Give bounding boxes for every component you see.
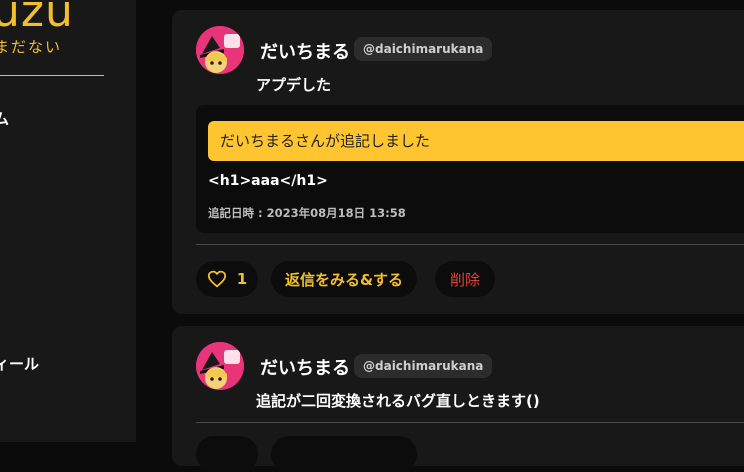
reply-button[interactable]: 返信をみる&する: [271, 261, 417, 297]
addendum-box: だいちまるさんが追記しました <h1>aaa</h1> 追記日時 : 2023年…: [196, 105, 744, 233]
post-card: だいちまる @daichimarukana アプデした だいちまるさんが追記しま…: [172, 10, 744, 314]
addendum-banner: だいちまるさんが追記しました: [208, 121, 744, 161]
sidebar-item-home[interactable]: ム: [0, 108, 9, 129]
like-button[interactable]: 1: [196, 261, 258, 297]
like-count: 1: [236, 270, 248, 288]
post-divider: [196, 422, 744, 423]
post-card: だいちまる @daichimarukana 追記が二回変換されるバグ直しときます…: [172, 326, 744, 472]
avatar[interactable]: [196, 26, 244, 74]
logo-divider: [0, 75, 104, 76]
reply-button[interactable]: [271, 436, 417, 472]
avatar-image: [196, 26, 244, 74]
delete-button[interactable]: 削除: [435, 261, 495, 297]
post-username[interactable]: だいちまる: [260, 38, 350, 64]
post-text: アプデした: [256, 76, 332, 94]
addendum-timestamp: 追記日時 : 2023年08月18日 13:58: [208, 206, 406, 220]
app-tagline: まだない: [0, 38, 63, 56]
post-text: 追記が二回変換されるバグ直しときます(): [256, 392, 540, 410]
app-logo[interactable]: uzu: [0, 0, 74, 37]
post-username[interactable]: だいちまる: [260, 354, 350, 380]
sidebar-item-profile[interactable]: ィール: [0, 353, 39, 374]
avatar[interactable]: [196, 342, 244, 390]
heart-icon: [207, 270, 226, 288]
post-divider: [196, 244, 744, 245]
avatar-image: [196, 342, 244, 390]
addendum-body: <h1>aaa</h1>: [208, 173, 328, 189]
sidebar: uzu まだない ム ィール: [0, 0, 136, 442]
post-handle[interactable]: @daichimarukana: [354, 354, 493, 378]
like-button[interactable]: [196, 436, 258, 472]
post-handle[interactable]: @daichimarukana: [354, 37, 493, 61]
